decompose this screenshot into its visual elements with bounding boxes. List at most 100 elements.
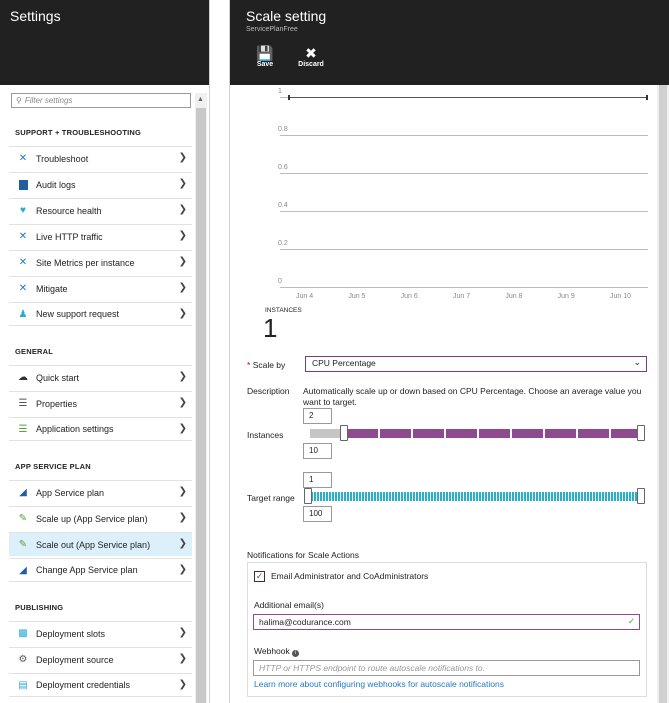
chevron-right-icon: ❯	[178, 653, 187, 664]
scroll-up-icon[interactable]: ▲	[197, 96, 204, 103]
plan-icon: ◢	[19, 564, 27, 576]
additional-email-value: halima@codurance.com	[259, 617, 351, 627]
target-range-label: Target range	[247, 493, 295, 503]
description-label: Description	[247, 386, 290, 396]
section-general: GENERAL	[15, 347, 54, 356]
credentials-icon: ▤	[18, 679, 28, 691]
valid-check-icon: ✓	[627, 616, 635, 626]
sidebar-item-deployment-credentials[interactable]: ▤ Deployment credentials ❯	[9, 673, 192, 697]
webhook-label: Webhook i	[254, 646, 300, 657]
sidebar-item-label: Resource health	[36, 205, 102, 216]
gear-icon: ⚙	[18, 654, 28, 665]
sidebar-item-label: Properties	[36, 398, 78, 409]
sidebar-item-change-plan[interactable]: ◢ Change App Service plan ❯	[9, 558, 192, 582]
chevron-right-icon: ❯	[178, 486, 187, 497]
webhook-input[interactable]: HTTP or HTTPS endpoint to route autoscal…	[253, 660, 640, 676]
sidebar-item-label: App Service plan	[36, 487, 105, 498]
sidebar-item-site-metrics[interactable]: ✕ Site Metrics per instance ❯	[9, 250, 192, 274]
scrollbar-thumb[interactable]	[659, 85, 667, 703]
y-tick-label: 0	[278, 278, 282, 285]
instances-slider-range[interactable]	[347, 429, 639, 438]
x-tick-label: Jun 6	[400, 293, 418, 300]
sidebar-item-audit-logs[interactable]: Audit logs ❯	[9, 172, 192, 196]
instances-max-input[interactable]: 10	[303, 443, 332, 459]
chevron-right-icon: ❯	[178, 256, 187, 267]
description-text: Automatically scale up or down based on …	[303, 386, 642, 407]
scale-up-icon: ✎	[18, 513, 28, 524]
save-label: Save	[256, 61, 274, 68]
sidebar-item-scale-out[interactable]: ✎ Scale out (App Service plan) ❯	[9, 532, 192, 556]
cloud-icon: ☁	[18, 372, 28, 383]
scale-by-value: CPU Percentage	[312, 358, 376, 368]
wrench-icon: ✕	[18, 153, 28, 164]
instances-min-input[interactable]: 2	[303, 408, 332, 424]
save-button[interactable]: 💾 Save	[245, 45, 285, 68]
additional-email-input[interactable]: halima@codurance.com ✓	[253, 614, 640, 630]
email-admins-checkbox[interactable]: ✓	[254, 571, 265, 582]
sidebar-item-mitigate[interactable]: ✕ Mitigate ❯	[9, 276, 192, 300]
scale-by-select[interactable]: CPU Percentage ⌄	[305, 356, 647, 372]
sidebar-item-quick-start[interactable]: ☁ Quick start ❯	[9, 365, 192, 389]
sidebar-item-live-http[interactable]: ✕ Live HTTP traffic ❯	[9, 224, 192, 248]
webhook-text: Webhook	[254, 646, 290, 656]
sidebar-item-app-service-plan[interactable]: ◢ App Service plan ❯	[9, 480, 192, 504]
discard-button[interactable]: ✖ Discard	[291, 45, 331, 68]
x-tick-label: Jun 8	[505, 293, 523, 300]
sidebar-item-label: Troubleshoot	[36, 153, 89, 164]
target-max-input[interactable]: 100	[303, 506, 332, 522]
target-max-handle[interactable]	[637, 488, 645, 504]
gridline	[280, 249, 648, 250]
wrench-icon: ✕	[18, 283, 28, 294]
scale-by-label: * Scale by	[247, 360, 285, 370]
sidebar-item-label: New support request	[36, 309, 120, 319]
close-icon: ✖	[305, 45, 317, 61]
sidebar-item-properties[interactable]: ☰ Properties ❯	[9, 391, 192, 415]
y-tick-label: 0.6	[278, 164, 288, 171]
settings-scrollbar[interactable]: ▲	[195, 93, 207, 703]
data-point	[646, 95, 648, 100]
instances-field-label: Instances	[247, 430, 284, 440]
sidebar-item-app-settings[interactable]: ☰ Application settings ❯	[9, 417, 192, 441]
sidebar-item-resource-health[interactable]: ♥ Resource health ❯	[9, 198, 192, 222]
scrollbar-thumb[interactable]	[196, 108, 206, 703]
chevron-right-icon: ❯	[178, 512, 187, 523]
chevron-right-icon: ❯	[178, 152, 187, 163]
wrench-icon: ✕	[18, 257, 28, 268]
settings-list-icon: ☰	[18, 423, 28, 435]
x-tick-label: Jun 5	[348, 293, 366, 300]
chevron-right-icon: ❯	[178, 308, 187, 319]
target-range-slider[interactable]	[311, 492, 639, 501]
gridline	[280, 173, 648, 174]
chevron-right-icon: ❯	[178, 178, 187, 189]
learn-more-webhooks-link[interactable]: Learn more about configuring webhooks fo…	[254, 679, 504, 689]
gridline	[280, 287, 648, 288]
chevron-right-icon: ❯	[178, 204, 187, 215]
filter-settings-input[interactable]: ⚲ Filter settings	[11, 93, 191, 108]
person-icon: ♟	[18, 308, 28, 320]
sidebar-item-new-support[interactable]: ♟ New support request ❯	[9, 302, 192, 326]
instances-max-handle[interactable]	[637, 425, 645, 441]
sidebar-item-label: Change App Service plan	[36, 565, 138, 575]
sidebar-item-scale-up[interactable]: ✎ Scale up (App Service plan) ❯	[9, 506, 192, 530]
settings-title: Settings	[10, 8, 61, 24]
series-line	[288, 97, 648, 98]
section-app-service-plan: APP SERVICE PLAN	[15, 462, 91, 471]
settings-header: Settings	[0, 0, 209, 85]
sidebar-item-deployment-slots[interactable]: ▩ Deployment slots ❯	[9, 621, 192, 645]
target-min-handle[interactable]	[304, 488, 312, 504]
sidebar-item-troubleshoot[interactable]: ✕ Troubleshoot ❯	[9, 146, 192, 170]
chevron-right-icon: ❯	[178, 423, 187, 434]
chevron-right-icon: ❯	[178, 397, 187, 408]
additional-email-label: Additional email(s)	[254, 600, 324, 610]
blade-scrollbar[interactable]	[657, 85, 669, 703]
plan-icon: ◢	[19, 487, 27, 498]
target-min-input[interactable]: 1	[303, 472, 332, 488]
email-admins-label: Email Administrator and CoAdministrators	[271, 571, 429, 581]
x-tick-label: Jun 7	[453, 293, 471, 300]
y-tick-label: 1	[278, 88, 282, 95]
instances-min-handle[interactable]	[340, 425, 348, 441]
search-icon: ⚲	[16, 96, 22, 105]
sidebar-item-deployment-source[interactable]: ⚙ Deployment source ❯	[9, 647, 192, 671]
scale-by-text: Scale by	[252, 360, 286, 370]
sidebar-item-label: Scale up (App Service plan)	[36, 513, 148, 524]
